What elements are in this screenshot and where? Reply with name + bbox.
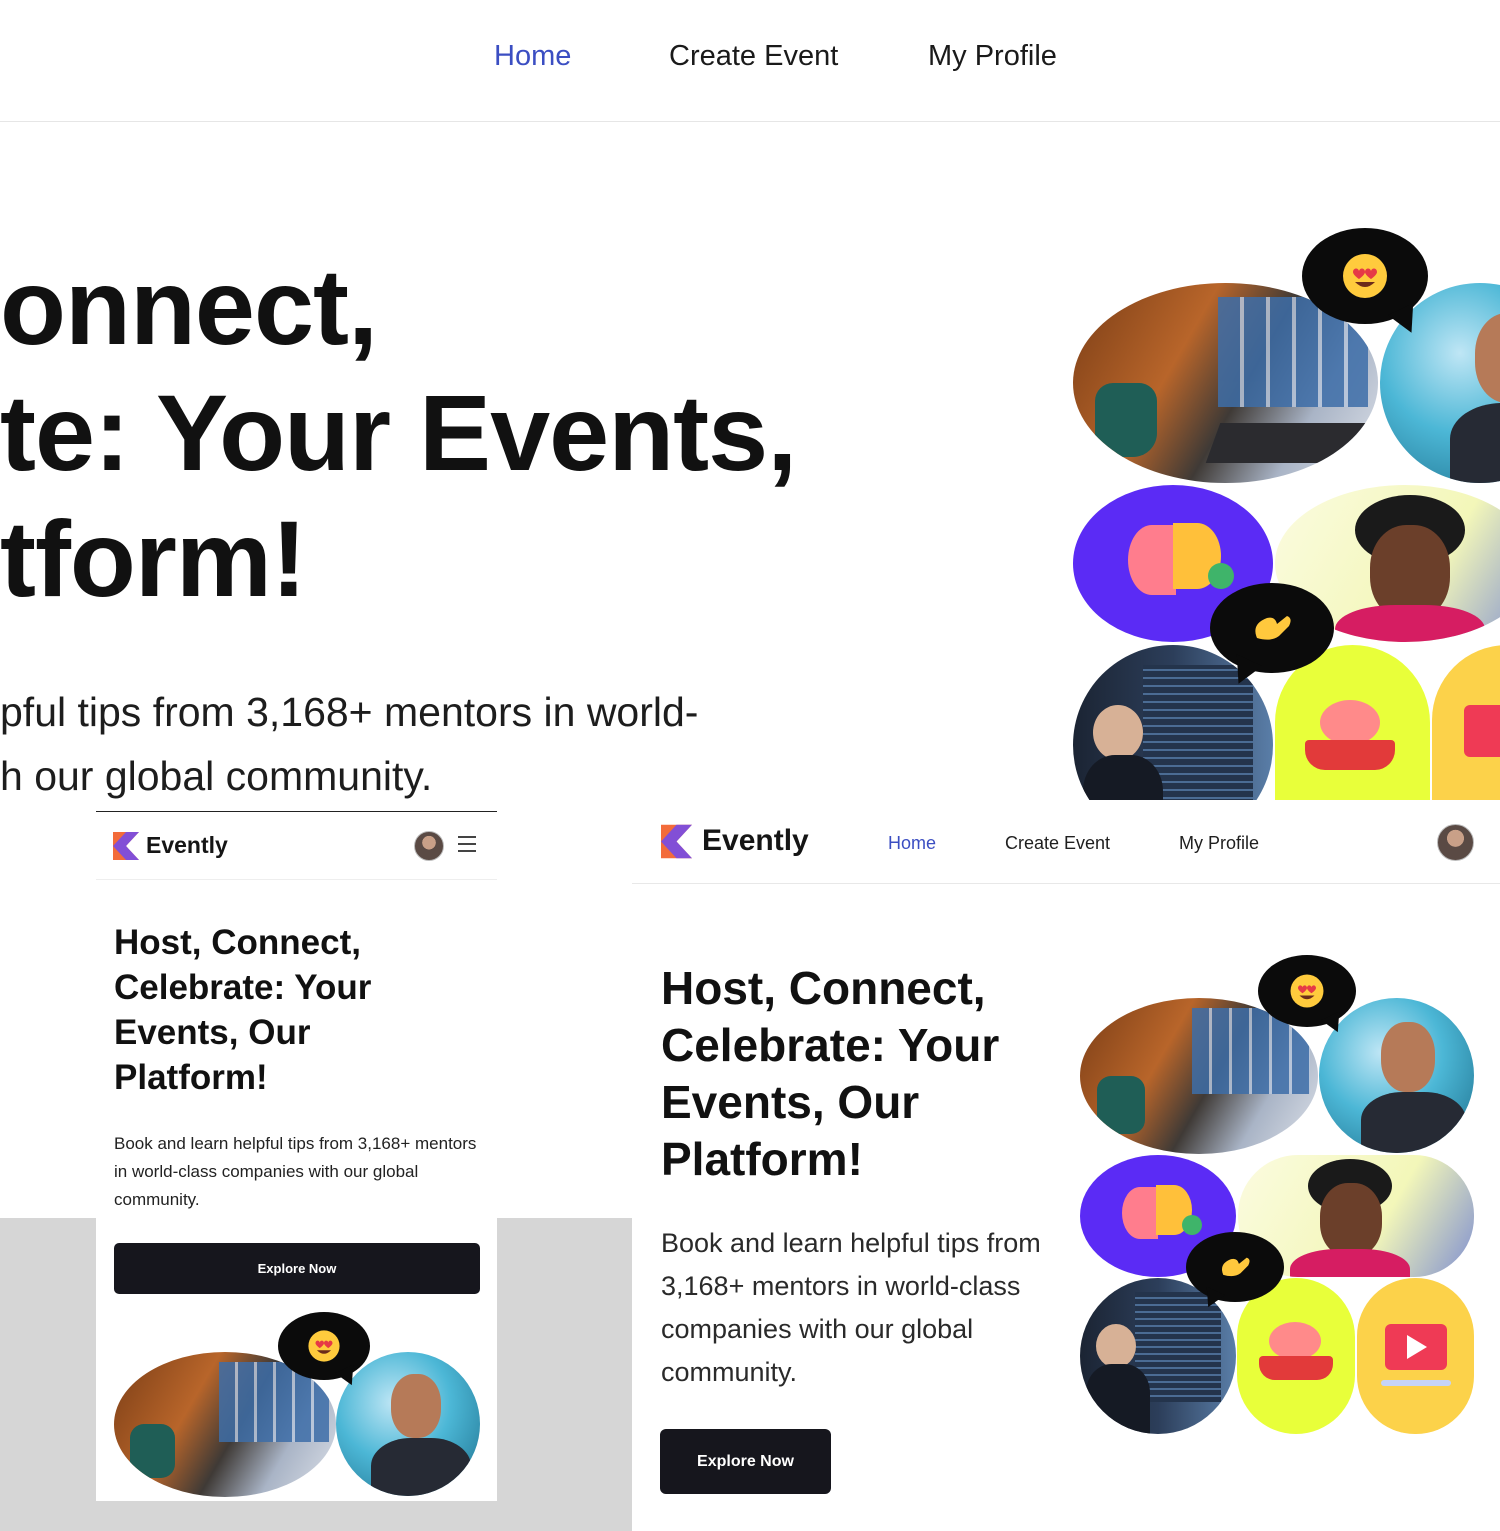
heart-eyes-bubble [1258, 955, 1356, 1037]
explore-now-button[interactable]: Explore Now [660, 1429, 831, 1494]
hero-title-line: te: Your Events, [0, 372, 797, 493]
evently-logo-icon[interactable] [113, 832, 139, 860]
hero-title-cropped: onnect, te: Your Events, tform! [0, 244, 797, 622]
brain-book-image [1237, 1278, 1355, 1434]
heart-eyes-emoji-icon [1343, 254, 1387, 298]
hero-subtitle: Book and learn helpful tips from 3,168+ … [114, 1134, 477, 1209]
pinching-hand-emoji-icon [1221, 1257, 1250, 1277]
nav-home-link[interactable]: Home [888, 833, 936, 854]
nav-create-event-link[interactable]: Create Event [669, 40, 838, 73]
explore-now-button[interactable]: Explore Now [114, 1243, 480, 1294]
avatar[interactable] [1437, 824, 1474, 861]
heart-eyes-bubble [278, 1312, 370, 1390]
play-video-image [1432, 645, 1500, 800]
zoomed-desktop-crop: Home Create Event My Profile onnect, te:… [0, 0, 1500, 800]
nav-home-link[interactable]: Home [494, 40, 571, 73]
evently-logo-icon[interactable] [661, 824, 692, 859]
play-video-image [1357, 1278, 1474, 1434]
hero-title-line: tform! [0, 498, 307, 619]
desktop-view: Evently Home Create Event My Profile Hos… [632, 800, 1500, 1531]
hero-subtitle-line: pful tips from 3,168+ mentors in world- [0, 689, 699, 735]
menu-icon[interactable] [458, 836, 476, 854]
avatar[interactable] [414, 831, 444, 861]
brand-name[interactable]: Evently [702, 824, 809, 858]
mobile-header: Evently [96, 812, 497, 880]
pinch-hand-bubble [1186, 1232, 1284, 1312]
pinch-hand-bubble [1210, 583, 1334, 690]
mobile-view: Evently Host, Connect, Celebrate: Your E… [96, 811, 497, 1501]
pinching-hand-emoji-icon [1255, 616, 1291, 640]
hero-title: Host, Connect, Celebrate: Your Events, O… [661, 962, 1000, 1185]
play-icon [1407, 1335, 1427, 1359]
nav-my-profile-link[interactable]: My Profile [928, 40, 1057, 73]
hero-title: Host, Connect, Celebrate: Your Events, O… [114, 923, 372, 1097]
hero-title-line: onnect, [0, 246, 378, 367]
heart-eyes-emoji-icon [308, 1330, 340, 1362]
desktop-header: Evently Home Create Event My Profile [632, 800, 1500, 884]
hero-subtitle-cropped: pful tips from 3,168+ mentors in world- … [0, 680, 770, 800]
hero-subtitle-line: h our global community. [0, 753, 433, 799]
nav-my-profile-link[interactable]: My Profile [1179, 833, 1259, 854]
zoom-navbar: Home Create Event My Profile [0, 0, 1500, 122]
nav-create-event-link[interactable]: Create Event [1005, 833, 1110, 854]
heart-eyes-bubble [1302, 228, 1428, 339]
hero-subtitle: Book and learn helpful tips from 3,168+ … [661, 1228, 1041, 1387]
brand-name[interactable]: Evently [146, 832, 228, 859]
heart-eyes-emoji-icon [1290, 974, 1324, 1008]
